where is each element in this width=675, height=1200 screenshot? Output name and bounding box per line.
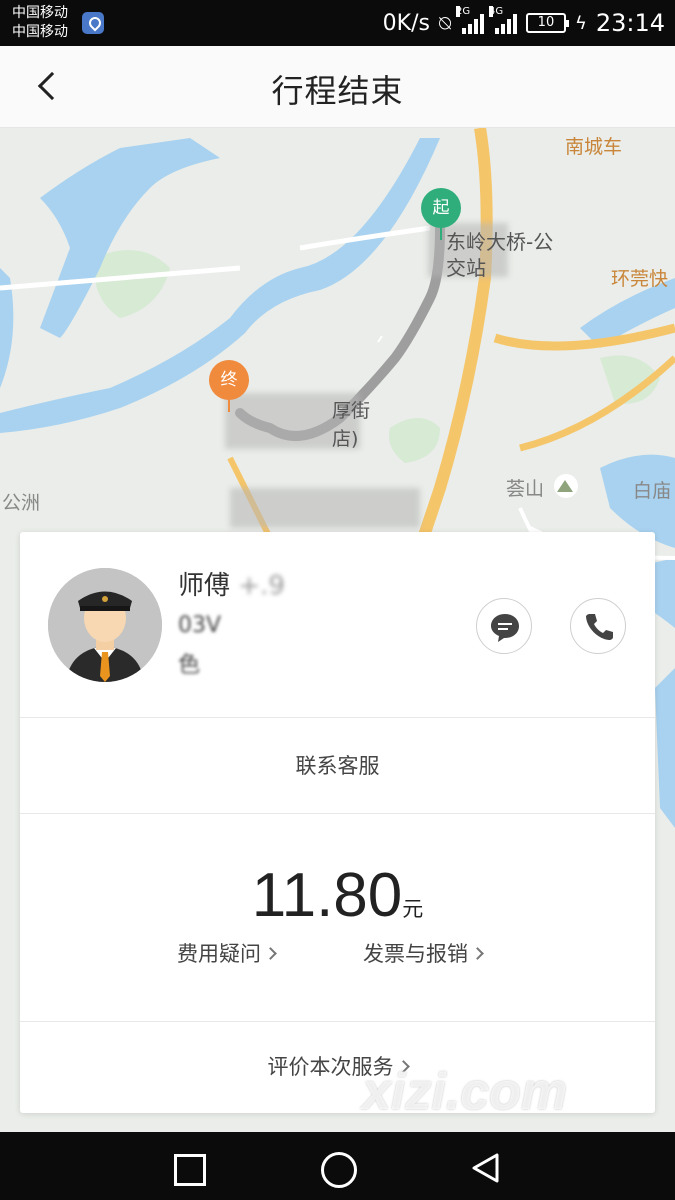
vibrate-off-icon: ⍉ (438, 11, 451, 35)
map-label-bridge-stop-2: 交站 (446, 256, 486, 280)
redacted-area (230, 488, 420, 528)
status-indicators: 0K/s ⍉ 2G 4G 10 ϟ 23:14 (382, 6, 665, 38)
battery-level: 10 (537, 15, 555, 30)
driver-name-row: 师傅 +.9 (178, 566, 285, 606)
invoice-label: 发票与报销 (363, 942, 468, 966)
fare-value: 11.80 (251, 861, 403, 930)
chat-bubble-icon (491, 614, 519, 642)
signal-sim2-icon: 4G (488, 6, 517, 34)
nav-back-icon[interactable] (470, 1152, 502, 1184)
phone-icon (586, 614, 613, 640)
invoice-link[interactable]: 发票与报销 (363, 938, 484, 968)
map-label-gongzhou: 公洲 (2, 492, 41, 514)
signal-sim1-icon: 2G (455, 6, 484, 34)
triangle-back-icon (472, 1153, 499, 1183)
carrier-1: 中国移动 (12, 5, 68, 21)
page-title: 行程结束 (271, 72, 404, 110)
status-bar: 中国移动 中国移动 0K/s ⍉ 2G 4G 10 ϟ 23:14 (0, 0, 675, 46)
carrier-info: 中国移动 中国移动 (12, 4, 68, 42)
system-nav-bar (0, 1132, 675, 1200)
license-plate: 03V (178, 613, 222, 638)
chevron-right-icon (471, 947, 484, 960)
fare-amount: 11.80元 (20, 860, 655, 931)
map-label-huishan: 荟山 (506, 478, 545, 500)
net-speed: 0K/s (382, 10, 430, 36)
app-header: 行程结束 (0, 46, 675, 128)
map-label-nancheng: 南城车 (565, 136, 623, 158)
driver-avatar (48, 568, 162, 682)
start-marker[interactable]: 起 (421, 188, 461, 240)
battery-icon: 10 (525, 13, 569, 33)
sim2-type: 4G (488, 6, 504, 17)
sim1-type: 2G (455, 6, 471, 17)
driver-rating: +.9 (238, 571, 285, 601)
call-driver-button[interactable] (570, 598, 626, 654)
driver-name: 师傅 (178, 571, 231, 601)
fare-unit: 元 (402, 897, 424, 921)
clock: 23:14 (595, 9, 665, 37)
home-icon[interactable] (321, 1152, 357, 1188)
map-label-bridge-stop-1: 东岭大桥-公 (446, 230, 554, 254)
location-icon (82, 12, 104, 34)
chevron-right-icon (264, 947, 277, 960)
fare-section: 11.80元 费用疑问 发票与报销 (20, 814, 655, 1022)
fare-question-label: 费用疑问 (177, 942, 261, 966)
message-driver-button[interactable] (476, 598, 532, 654)
car-description: 色 (178, 653, 201, 678)
carrier-2: 中国移动 (12, 24, 68, 40)
map-label-baimiao: 白庙 (633, 480, 672, 502)
map-label-huanguan: 环莞快 (611, 268, 669, 290)
fare-question-link[interactable]: 费用疑问 (177, 938, 277, 968)
end-marker[interactable]: 终 (209, 360, 249, 412)
recent-apps-icon[interactable] (172, 1152, 206, 1186)
driver-section: 师傅 +.9 03V 色 (20, 532, 655, 718)
charging-icon: ϟ (574, 12, 587, 34)
map-label-end-2: 店) (332, 428, 359, 450)
contact-support-button[interactable]: 联系客服 (20, 718, 655, 814)
map-label-end-1: 厚街 (332, 400, 371, 422)
watermark: xizi.com (362, 1063, 568, 1121)
driver-info: 师傅 +.9 03V 色 (178, 566, 285, 686)
trip-summary-card: 师傅 +.9 03V 色 联系客服 11.80元 费用疑问 发票与报销 评价本次… (20, 532, 655, 1113)
driver-avatar-icon (48, 568, 162, 682)
